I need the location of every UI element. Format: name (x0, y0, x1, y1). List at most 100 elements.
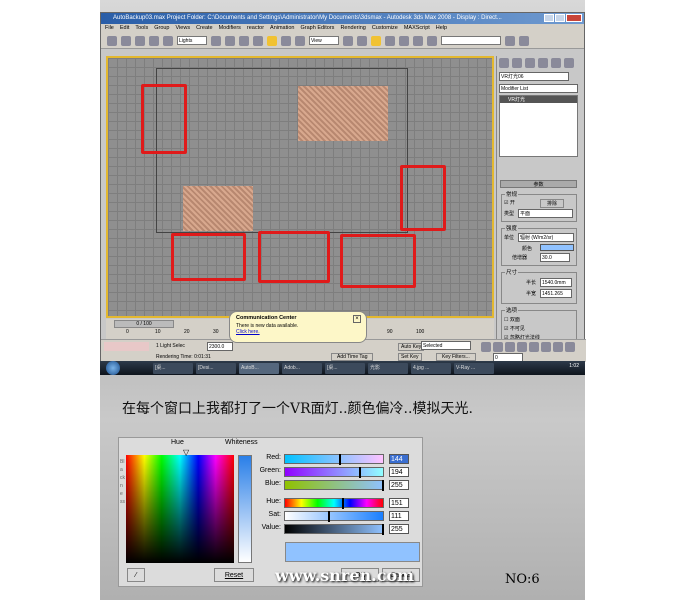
reference-coord-dropdown[interactable]: View (309, 36, 339, 45)
taskbar-item[interactable]: [桌... (153, 362, 193, 374)
top-viewport[interactable] (106, 56, 494, 318)
multiplier-spinner[interactable]: 30.0 (540, 253, 570, 262)
channel-slider[interactable] (284, 480, 384, 491)
close-button[interactable] (566, 14, 582, 22)
stack-item[interactable]: VR灯光 (500, 96, 577, 103)
slider-thumb[interactable] (382, 524, 384, 535)
channel-slider[interactable] (284, 511, 384, 522)
reset-button[interactable]: Reset (214, 568, 254, 582)
taskbar-item[interactable]: AutoB... (239, 362, 279, 374)
menu-help[interactable]: Help (436, 24, 447, 33)
channel-value-spinner[interactable]: 255 (389, 480, 409, 490)
set-key-button[interactable]: Set Key (398, 353, 422, 361)
menu-graph-editors[interactable]: Graph Editors (301, 24, 335, 33)
zoom-all-icon[interactable] (553, 342, 563, 352)
utilities-tab-icon[interactable] (564, 58, 574, 68)
menu-reactor[interactable]: reactor (247, 24, 264, 33)
go-to-start-icon[interactable] (481, 342, 491, 352)
channel-value-spinner[interactable]: 194 (389, 467, 409, 477)
modify-tab-icon[interactable] (512, 58, 522, 68)
redo-icon[interactable] (121, 35, 131, 46)
motion-tab-icon[interactable] (538, 58, 548, 68)
menu-file[interactable]: File (105, 24, 114, 33)
move-icon[interactable] (267, 35, 277, 46)
menu-animation[interactable]: Animation (270, 24, 294, 33)
scale-icon[interactable] (295, 35, 305, 46)
slider-thumb[interactable] (382, 480, 384, 491)
slider-thumb[interactable] (358, 467, 361, 478)
slider-thumb[interactable] (339, 454, 342, 465)
half-width-spinner[interactable]: 1451.265 (540, 289, 572, 298)
menu-rendering[interactable]: Rendering (340, 24, 365, 33)
pivot-icon[interactable] (343, 35, 353, 46)
hue-marker-icon[interactable]: ▽ (183, 448, 189, 457)
unlink-icon[interactable] (149, 35, 159, 46)
mirror-icon[interactable] (427, 35, 437, 46)
channel-value-spinner[interactable]: 151 (389, 498, 409, 508)
menu-modifiers[interactable]: Modifiers (219, 24, 241, 33)
bind-icon[interactable] (163, 35, 173, 46)
go-to-end-icon[interactable] (529, 342, 539, 352)
manipulate-icon[interactable] (357, 35, 367, 46)
close-icon[interactable]: × (353, 315, 361, 323)
invisible-checkbox[interactable]: ☑ 不可见 (504, 325, 525, 332)
taskbar-item[interactable]: [Desi... (196, 362, 236, 374)
prev-frame-icon[interactable] (493, 342, 503, 352)
double-sided-checkbox[interactable]: ☐ 双面 (504, 316, 520, 323)
taskbar-item[interactable]: [桌... (325, 362, 365, 374)
on-checkbox[interactable]: ☑ 开 (504, 199, 515, 206)
exclude-button[interactable]: 排除 (540, 199, 565, 208)
menu-group[interactable]: Group (154, 24, 169, 33)
create-tab-icon[interactable] (499, 58, 509, 68)
channel-value-spinner[interactable]: 111 (389, 511, 409, 521)
slider-thumb[interactable] (342, 498, 345, 509)
light-color-swatch[interactable] (540, 244, 574, 251)
eyedropper-icon[interactable]: ⁄ (127, 568, 145, 582)
channel-slider[interactable] (284, 498, 384, 509)
next-frame-icon[interactable] (517, 342, 527, 352)
key-mode-dropdown[interactable]: Selected (421, 341, 471, 350)
parameters-rollout[interactable]: 参数 (500, 180, 577, 188)
taskbar-item[interactable]: 光影 (368, 362, 408, 374)
angle-snap-icon[interactable] (385, 35, 395, 46)
display-tab-icon[interactable] (551, 58, 561, 68)
menu-customize[interactable]: Customize (372, 24, 398, 33)
hue-whiteness-field[interactable] (126, 455, 234, 563)
select-by-name-icon[interactable] (225, 35, 235, 46)
object-name-field[interactable]: VR灯光06 (499, 72, 569, 81)
snap-icon[interactable] (371, 35, 381, 46)
channel-slider[interactable] (284, 454, 384, 465)
units-dropdown[interactable]: 辐射 (W/m2/sr) (518, 233, 574, 242)
zoom-icon[interactable] (541, 342, 551, 352)
taskbar-item[interactable]: Adob... (282, 362, 322, 374)
region-icon[interactable] (239, 35, 249, 46)
menu-tools[interactable]: Tools (135, 24, 148, 33)
select-icon[interactable] (211, 35, 221, 46)
menu-maxscript[interactable]: MAXScript (404, 24, 430, 33)
taskbar-item[interactable]: 4.jpg ... (411, 362, 451, 374)
start-button[interactable] (106, 361, 120, 375)
undo-icon[interactable] (107, 35, 117, 46)
type-dropdown[interactable]: 平面 (518, 209, 573, 218)
link-icon[interactable] (135, 35, 145, 46)
channel-value-spinner[interactable]: 144 (389, 454, 409, 464)
rotate-icon[interactable] (281, 35, 291, 46)
half-length-spinner[interactable]: 1540.0mm (540, 278, 572, 287)
channel-slider[interactable] (284, 467, 384, 478)
maxscript-listener[interactable] (104, 342, 149, 351)
menu-edit[interactable]: Edit (120, 24, 129, 33)
named-selection-dropdown[interactable] (441, 36, 501, 45)
channel-value-spinner[interactable]: 255 (389, 524, 409, 534)
add-time-tag-button[interactable]: Add Time Tag (331, 353, 374, 361)
menu-create[interactable]: Create (196, 24, 213, 33)
align-icon[interactable] (505, 35, 515, 46)
x-coordinate[interactable]: 2300.0 (207, 342, 233, 351)
channel-slider[interactable] (284, 524, 384, 535)
time-slider[interactable]: 0 / 100 (114, 320, 174, 328)
minimize-button[interactable] (544, 14, 554, 22)
percent-snap-icon[interactable] (399, 35, 409, 46)
menu-views[interactable]: Views (176, 24, 191, 33)
key-filters-button[interactable]: Key Filters... (436, 353, 476, 361)
modifier-list-dropdown[interactable]: Modifier List (499, 84, 578, 93)
render-icon[interactable] (519, 35, 529, 46)
